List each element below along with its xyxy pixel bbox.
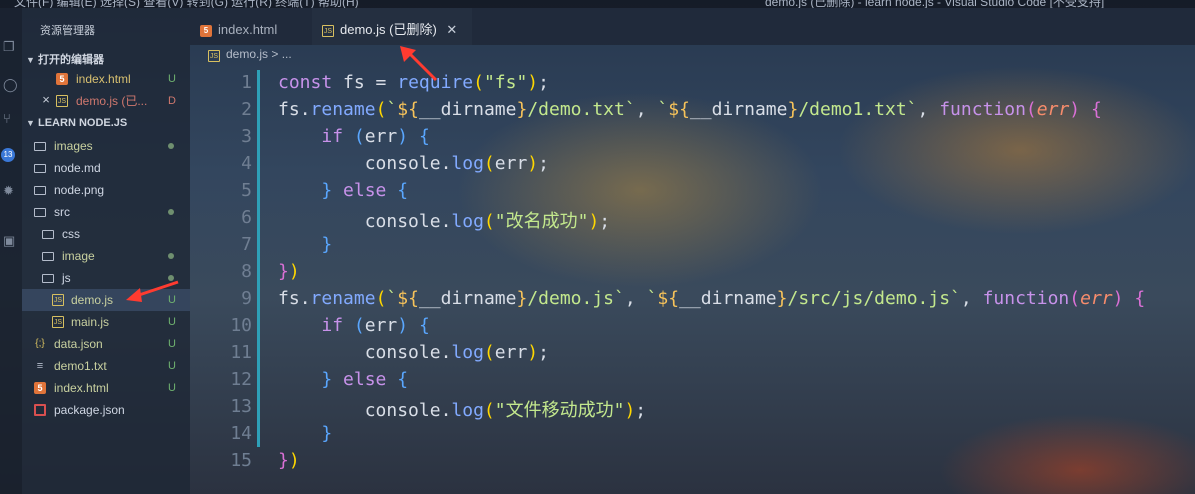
explorer-sidebar: 资源管理器 ▼ 打开的编辑器 5 index.html U × JS demo.j… [22,8,190,494]
editor-tabs: 5 index.html JS demo.js (已删除) ✕ [190,8,1195,45]
line-number: 12 [230,369,252,390]
tree-item-main-js[interactable]: JS main.js U [22,311,190,333]
code-line: if (err) { [321,126,430,147]
line-number: 9 [241,288,252,309]
folder-open-icon [34,208,46,217]
tree-item-css[interactable]: css [22,223,190,245]
js-file-icon: JS [56,95,68,107]
tree-item-index-html[interactable]: 5 index.html U [22,377,190,399]
tree-item-demo1-txt[interactable]: ≡ demo1.txt U [22,355,190,377]
close-tab-icon[interactable]: ✕ [446,22,457,37]
code-line: } [321,234,333,255]
tab-demo-js[interactable]: JS demo.js (已删除) ✕ [312,8,472,45]
close-icon[interactable]: × [40,93,52,106]
open-editors-header[interactable]: ▼ 打开的编辑器 [26,51,104,67]
html-file-icon: 5 [56,73,68,85]
js-file-icon: JS [208,50,220,62]
tree-item-node-md[interactable]: node.md [22,157,190,179]
line-number: 4 [241,153,252,174]
file-icon [34,186,46,195]
code-line: }) [278,450,300,471]
line-number: 13 [230,396,252,417]
html-file-icon: 5 [34,382,46,394]
line-number: 15 [230,450,252,471]
line-number: 5 [241,180,252,201]
modified-dot [168,253,174,259]
tab-index-html[interactable]: 5 index.html [200,8,310,45]
line-number: 11 [230,342,252,363]
code-line: console.log("改名成功"); [364,211,611,232]
code-line: } [321,423,333,444]
title-bar: 文件(F) 编辑(E) 选择(S) 查看(V) 转到(G) 运行(R) 终端(T… [0,0,1195,8]
modified-dot [168,209,174,215]
indent-guide [257,70,260,447]
code-line: if (err) { [321,315,430,336]
code-line: console.log(err); [364,342,549,363]
tree-item-src[interactable]: src [22,201,190,223]
json-file-icon: {;} [35,338,45,349]
annotation-arrow [126,280,179,302]
search-icon[interactable]: ◯ [3,78,18,92]
code-line: }) [278,261,300,282]
line-number: 10 [230,315,252,336]
line-number: 8 [241,261,252,282]
chevron-down-icon: ▼ [26,55,35,65]
debug-icon[interactable]: ✹ [3,184,17,198]
explorer-title: 资源管理器 [40,25,95,37]
folder-icon [34,142,46,151]
tree-item-images[interactable]: images [22,135,190,157]
line-number: 14 [230,423,252,444]
modified-dot [168,143,174,149]
folder-icon [42,252,54,261]
npm-package-icon [34,404,46,416]
folder-open-icon [42,274,54,283]
code-line: fs.rename(`${__dirname}/demo.js`, `${__d… [278,288,1146,309]
notification-badge: 13 [1,148,15,162]
tree-item-image[interactable]: image [22,245,190,267]
tree-item-data-json[interactable]: {;} data.json U [22,333,190,355]
extensions-icon[interactable]: ▣ [3,234,17,248]
code-line: } else { [321,180,409,201]
line-number: 7 [241,234,252,255]
line-number: 1 [241,72,252,93]
annotation-arrow [400,46,438,82]
project-header[interactable]: ▼ LEARN NODE.JS [26,117,127,129]
code-line: console.log("文件移动成功"); [364,400,647,421]
code-line: fs.rename(`${__dirname}/demo.txt`, `${__… [278,99,1102,120]
window-title: demo.js (已删除) - learn node.js - Visual S… [765,0,1105,8]
open-editor-demo-js[interactable]: × JS demo.js (已... D [22,90,190,112]
js-file-icon: JS [52,294,64,306]
chevron-down-icon: ▼ [26,118,35,128]
tree-item-package-json[interactable]: package.json [22,399,190,421]
breadcrumb[interactable]: JS demo.js > ... [208,47,292,62]
line-number: 2 [241,99,252,120]
js-file-icon: JS [322,24,334,37]
file-icon [34,164,46,173]
folder-icon [42,230,54,239]
files-icon[interactable]: ❐ [3,40,17,54]
source-control-icon[interactable]: ⑂ [3,112,17,126]
line-number: 6 [241,207,252,228]
code-line: } else { [321,369,409,390]
menu-bar[interactable]: 文件(F) 编辑(E) 选择(S) 查看(V) 转到(G) 运行(R) 终端(T… [14,0,359,8]
open-editor-index-html[interactable]: 5 index.html U [22,68,190,90]
html-file-icon: 5 [200,24,212,37]
code-line: console.log(err); [364,153,549,174]
js-file-icon: JS [52,316,64,328]
activity-bar: ❐ ◯ ⑂ 13 ✹ ▣ [0,8,22,494]
text-file-icon: ≡ [36,360,44,372]
tree-item-node-png[interactable]: node.png [22,179,190,201]
line-number: 3 [241,126,252,147]
